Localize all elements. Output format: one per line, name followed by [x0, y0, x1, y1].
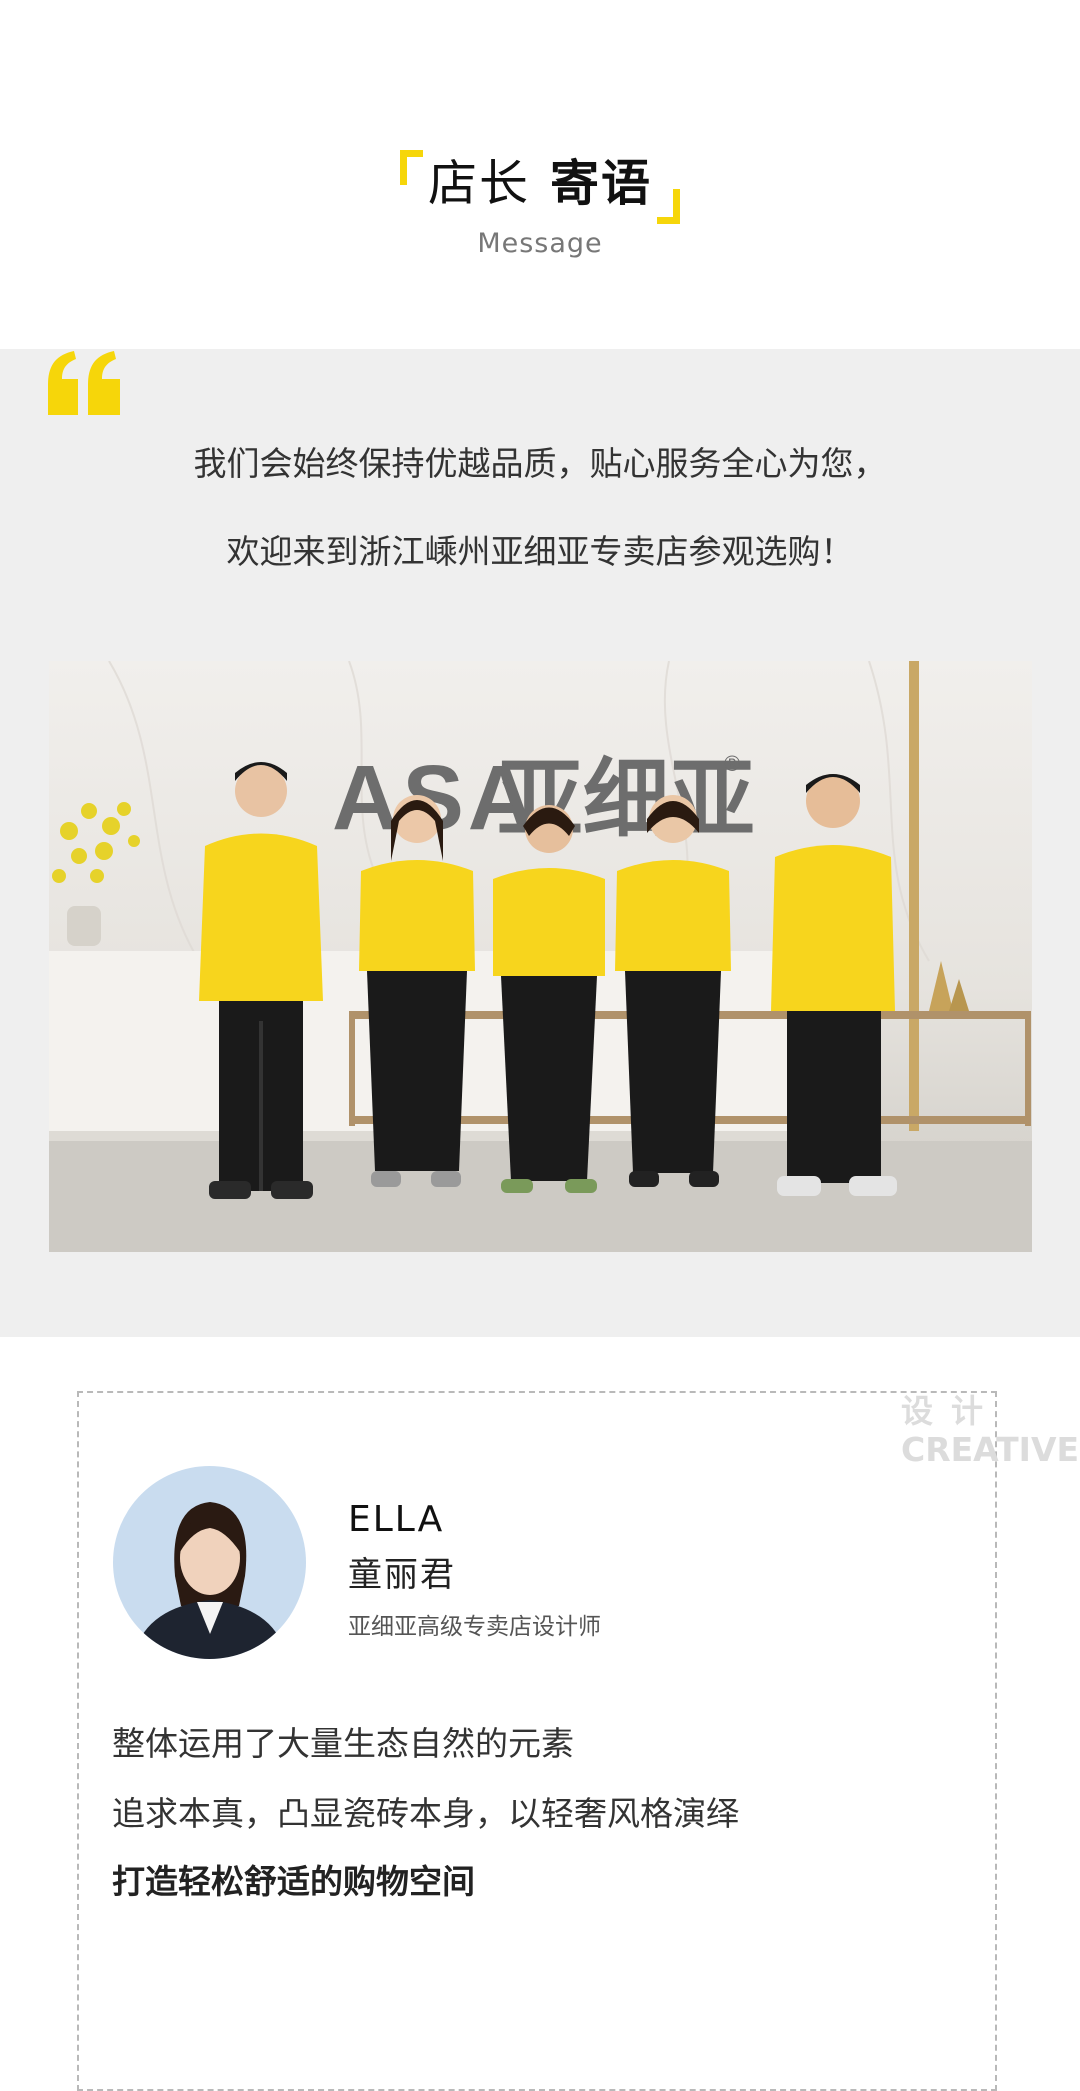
- header-section: 店长 寄语 Message: [0, 0, 1080, 349]
- team-member-4: [615, 795, 731, 1187]
- team-member-3: [493, 805, 605, 1193]
- title-bold-text: 寄语: [550, 155, 653, 212]
- registered-mark: ®: [724, 751, 740, 776]
- quote-section: 我们会始终保持优越品质，贴心服务全心为您， 欢迎来到浙江嵊州亚细亚专卖店参观选购…: [0, 349, 1080, 1337]
- quote-mark-icon: [48, 351, 120, 415]
- team-photo: ASA 亚细亚 ®: [49, 661, 1032, 1252]
- designer-name-cn: 童丽君: [348, 1555, 456, 1595]
- quote-text-line-2: 欢迎来到浙江嵊州亚细亚专卖店参观选购！: [226, 532, 854, 571]
- design-description-line-1: 整体运用了大量生态自然的元素: [112, 1724, 574, 1763]
- avatar: [113, 1466, 306, 1659]
- watermark-en: CREATIVE: [901, 1430, 1080, 1469]
- creative-watermark: 设计 CREATIVE: [901, 1395, 1079, 1466]
- title-light-text: 店长: [427, 155, 530, 212]
- team-photo-illustration: ASA 亚细亚 ®: [49, 661, 1032, 1252]
- design-description-line-3: 打造轻松舒适的购物空间: [112, 1862, 475, 1901]
- team-member-5: [771, 774, 897, 1196]
- watermark-cn: 设计: [901, 1392, 1002, 1430]
- designer-profile-section: 设计 CREATIVE ELLA 童丽君 亚细亚高级专卖店设计师 整体运用了大量…: [0, 1337, 1080, 2091]
- quote-text-line-1: 我们会始终保持优越品质，贴心服务全心为您，: [193, 444, 887, 483]
- designer-role: 亚细亚高级专卖店设计师: [348, 1614, 601, 1640]
- section-subtitle: Message: [477, 228, 603, 259]
- team-member-2: [359, 795, 475, 1187]
- designer-name-en: ELLA: [348, 1499, 445, 1540]
- design-description-line-2: 追求本真，凸显瓷砖本身，以轻奢风格演绎: [112, 1794, 739, 1833]
- section-title: 店长 寄语: [400, 144, 680, 228]
